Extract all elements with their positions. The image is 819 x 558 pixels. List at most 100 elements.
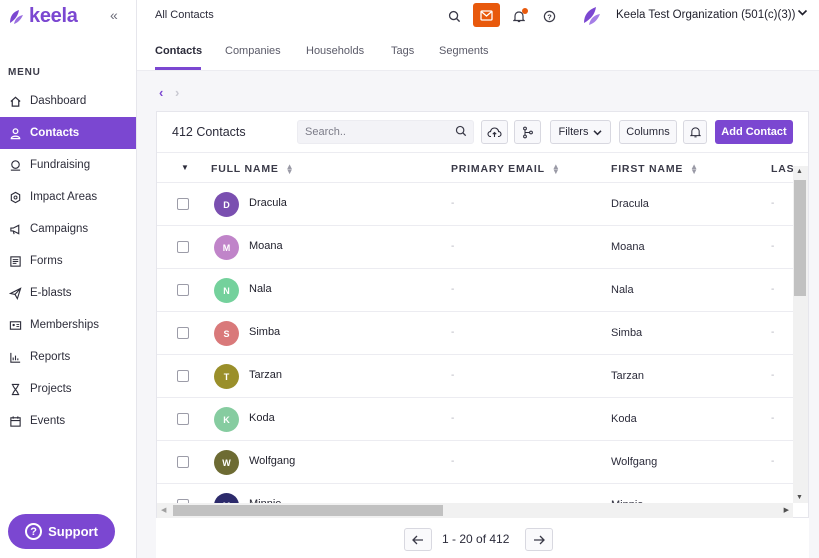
- vertical-scrollbar[interactable]: ▲ ▼: [793, 166, 808, 503]
- calendar-icon: [8, 414, 22, 428]
- select-all-dropdown-icon[interactable]: ▼: [181, 163, 189, 172]
- tabs-scroll-right-icon[interactable]: ›: [175, 85, 179, 100]
- tab-contacts[interactable]: Contacts: [155, 45, 202, 57]
- columns-button[interactable]: Columns: [619, 120, 677, 144]
- column-header-first-name[interactable]: FIRST NAME ▲ ▼: [611, 163, 699, 176]
- sidebar-item-contacts[interactable]: Contacts: [0, 117, 136, 149]
- avatar: N: [214, 278, 239, 303]
- table-row[interactable]: T Tarzan - Tarzan -: [157, 355, 793, 398]
- contact-full-name[interactable]: Tarzan: [249, 369, 282, 381]
- help-icon[interactable]: ?: [538, 5, 560, 27]
- scroll-down-icon[interactable]: ▼: [796, 494, 803, 501]
- contact-full-name[interactable]: Wolfgang: [249, 455, 295, 467]
- sort-icon[interactable]: ▲ ▼: [286, 163, 295, 176]
- scroll-left-icon[interactable]: ◀: [161, 506, 166, 514]
- row-checkbox[interactable]: [177, 456, 189, 468]
- column-header-full-name[interactable]: FULL NAME ▲ ▼: [211, 163, 295, 176]
- column-header-primary-email[interactable]: PRIMARY EMAIL ▲ ▼: [451, 163, 561, 176]
- scroll-up-icon[interactable]: ▲: [796, 168, 803, 175]
- sort-icon[interactable]: ▲ ▼: [552, 163, 561, 176]
- contact-email: -: [451, 198, 455, 209]
- sidebar-item-e-blasts[interactable]: E-blasts: [0, 277, 136, 309]
- table-row[interactable]: K Koda - Koda -: [157, 398, 793, 441]
- tab-companies[interactable]: Companies: [225, 45, 281, 57]
- contact-full-name[interactable]: Nala: [249, 283, 272, 295]
- row-checkbox[interactable]: [177, 241, 189, 253]
- hourglass-icon: [8, 382, 22, 396]
- sidebar-item-label: Fundraising: [30, 159, 91, 171]
- contact-last-name: -: [771, 413, 775, 424]
- table-row[interactable]: N Nala - Nala -: [157, 269, 793, 312]
- scroll-right-icon[interactable]: ▶: [784, 506, 789, 514]
- page-title: All Contacts: [155, 9, 214, 21]
- alert-settings-button[interactable]: [683, 120, 707, 144]
- top-bar: All Contacts ? Keela Test Organization (…: [137, 0, 819, 31]
- sidebar-item-events[interactable]: Events: [0, 405, 136, 437]
- avatar: S: [214, 321, 239, 346]
- contact-email: -: [451, 413, 455, 424]
- table-row[interactable]: M Moana - Moana -: [157, 226, 793, 269]
- merge-button[interactable]: [514, 120, 541, 144]
- mail-button[interactable]: [473, 3, 500, 27]
- bell-icon: [689, 127, 701, 138]
- search-icon[interactable]: [443, 5, 465, 27]
- row-checkbox[interactable]: [177, 284, 189, 296]
- avatar: M: [214, 235, 239, 260]
- row-checkbox[interactable]: [177, 198, 189, 210]
- sidebar-item-fundraising[interactable]: Fundraising: [0, 149, 136, 181]
- row-checkbox[interactable]: [177, 327, 189, 339]
- vertical-scrollbar-thumb[interactable]: [794, 180, 806, 296]
- sidebar-item-impact-areas[interactable]: Impact Areas: [0, 181, 136, 213]
- search-box: [297, 120, 474, 144]
- sidebar-item-dashboard[interactable]: Dashboard: [0, 85, 136, 117]
- arrow-right-icon: [534, 535, 545, 544]
- tabs-scroll-left-icon[interactable]: ‹: [159, 85, 163, 100]
- sort-icon[interactable]: ▲ ▼: [690, 163, 699, 176]
- sidebar-item-campaigns[interactable]: Campaigns: [0, 213, 136, 245]
- chevron-down-icon[interactable]: [797, 7, 808, 18]
- arrow-left-icon: [412, 535, 423, 544]
- merge-icon: [522, 126, 533, 138]
- row-checkbox[interactable]: [177, 413, 189, 425]
- table-row[interactable]: D Dracula - Dracula -: [157, 183, 793, 226]
- contact-full-name[interactable]: Dracula: [249, 197, 287, 209]
- panel-header: 412 Contacts Filters Columns Add Contact: [157, 112, 808, 153]
- tab-tags[interactable]: Tags: [391, 45, 414, 57]
- row-checkbox[interactable]: [177, 370, 189, 382]
- sidebar-item-reports[interactable]: Reports: [0, 341, 136, 373]
- organization-name[interactable]: Keela Test Organization (501(c)(3)): [616, 9, 795, 21]
- support-button[interactable]: ? Support: [8, 514, 115, 549]
- organization-logo-icon[interactable]: [581, 4, 601, 26]
- previous-page-button[interactable]: [404, 528, 432, 551]
- contact-full-name[interactable]: Moana: [249, 240, 283, 252]
- brand-logo[interactable]: keela: [8, 5, 78, 27]
- add-contact-button[interactable]: Add Contact: [715, 120, 793, 144]
- contact-last-name: -: [771, 370, 775, 381]
- pagination: 1 - 20 of 412: [156, 518, 809, 558]
- next-page-button[interactable]: [525, 528, 553, 551]
- search-input[interactable]: [298, 121, 443, 143]
- horizontal-scrollbar[interactable]: ◀ ▶: [157, 503, 793, 518]
- keela-logo-icon: [10, 10, 23, 24]
- column-header-last-name[interactable]: LAS: [771, 163, 794, 175]
- filters-button[interactable]: Filters: [550, 120, 611, 144]
- import-button[interactable]: [481, 120, 508, 144]
- chart-icon: [8, 350, 22, 364]
- contact-email: -: [451, 284, 455, 295]
- contact-first-name: Koda: [611, 413, 637, 425]
- sidebar-item-memberships[interactable]: Memberships: [0, 309, 136, 341]
- table-row[interactable]: S Simba - Simba -: [157, 312, 793, 355]
- table-row[interactable]: W Wolfgang - Wolfgang -: [157, 441, 793, 484]
- sidebar-item-forms[interactable]: Forms: [0, 245, 136, 277]
- horizontal-scrollbar-thumb[interactable]: [173, 505, 443, 516]
- notification-bell-icon[interactable]: [508, 5, 530, 27]
- table-row[interactable]: MMinnie-Minnie-: [157, 484, 793, 503]
- table-header: ▼ FULL NAME ▲ ▼ PRIMARY EMAIL ▲ ▼ FIRST NA…: [157, 153, 794, 183]
- contact-full-name[interactable]: Koda: [249, 412, 275, 424]
- collapse-sidebar-icon[interactable]: «: [110, 7, 118, 23]
- tab-households[interactable]: Households: [306, 45, 364, 57]
- contact-full-name[interactable]: Simba: [249, 326, 280, 338]
- sidebar-item-projects[interactable]: Projects: [0, 373, 136, 405]
- search-icon[interactable]: [455, 125, 467, 140]
- tab-segments[interactable]: Segments: [439, 45, 489, 57]
